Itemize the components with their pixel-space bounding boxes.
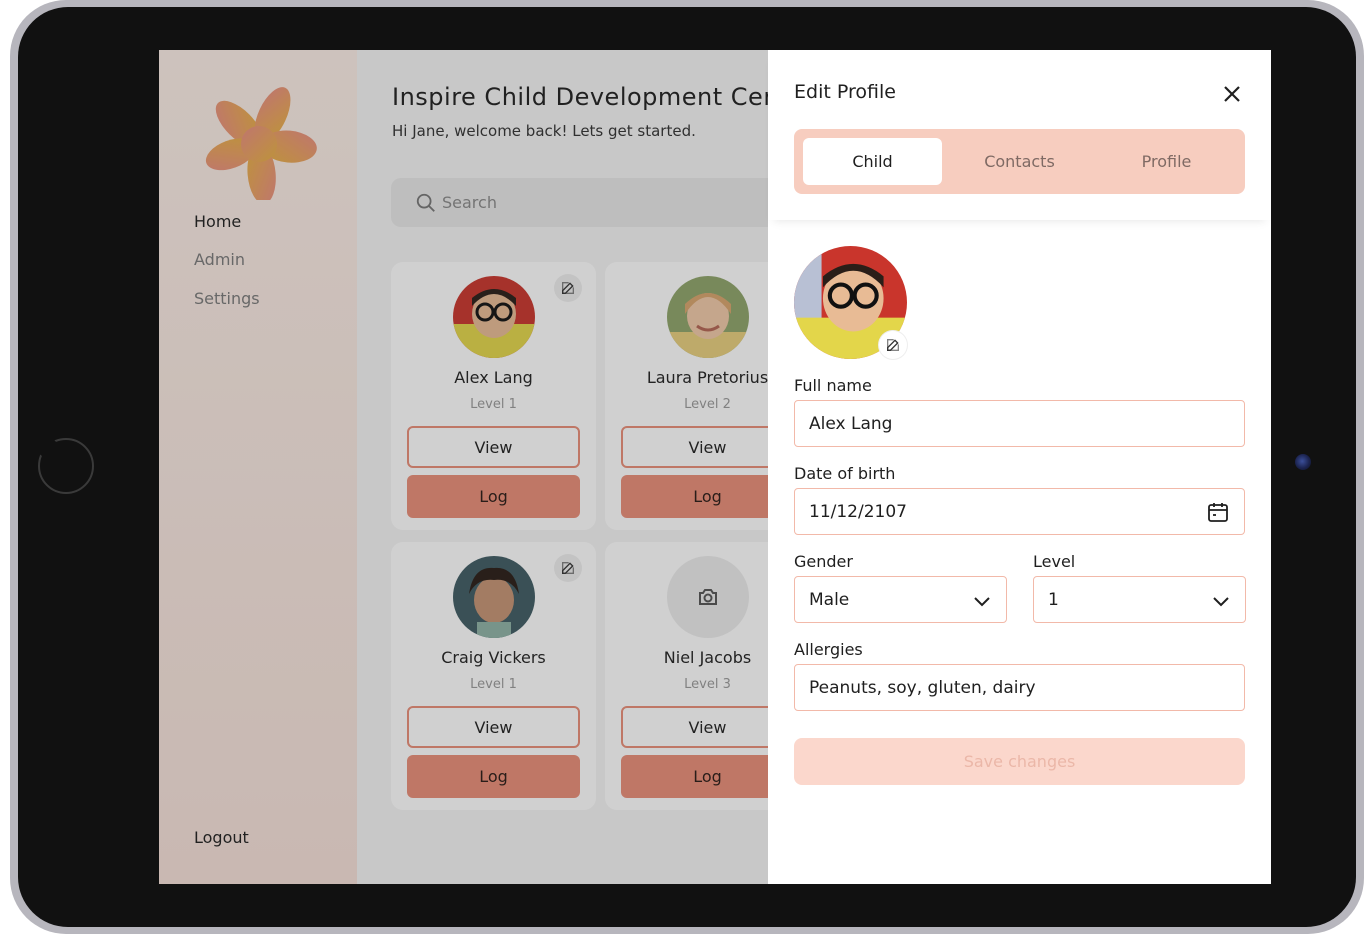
dob-value: 11/12/2107 <box>809 502 907 522</box>
tab-profile[interactable]: Profile <box>1097 138 1236 185</box>
level-label: Level <box>1033 552 1076 571</box>
photo-edit-icon[interactable] <box>879 331 907 359</box>
tab-contacts[interactable]: Contacts <box>950 138 1089 185</box>
profile-tabs: Child Contacts Profile <box>794 129 1245 194</box>
save-button[interactable]: Save changes <box>794 738 1245 785</box>
modal-backdrop[interactable] <box>159 50 768 884</box>
level-select[interactable]: 1 <box>1033 576 1246 623</box>
tab-child[interactable]: Child <box>803 138 942 185</box>
app-screen: Home Admin Settings Logout Inspire Child… <box>159 50 1271 884</box>
calendar-icon[interactable] <box>1206 500 1230 524</box>
chevron-down-icon <box>974 597 990 607</box>
allergies-label: Allergies <box>794 640 863 659</box>
close-icon <box>1224 86 1240 102</box>
panel-title: Edit Profile <box>794 81 896 103</box>
close-button[interactable] <box>1218 80 1246 108</box>
full-name-value: Alex Lang <box>809 414 893 434</box>
allergies-value: Peanuts, soy, gluten, dairy <box>809 678 1036 698</box>
dob-label: Date of birth <box>794 464 896 483</box>
home-button-icon <box>38 438 94 494</box>
panel-header: Edit Profile Child Contacts Profile <box>768 50 1271 220</box>
gender-value: Male <box>809 590 850 610</box>
gender-label: Gender <box>794 552 853 571</box>
full-name-label: Full name <box>794 376 872 395</box>
edit-profile-panel: Edit Profile Child Contacts Profile Full… <box>768 50 1271 884</box>
level-value: 1 <box>1048 590 1059 610</box>
full-name-field[interactable]: Alex Lang <box>794 400 1245 447</box>
chevron-down-icon <box>1213 597 1229 607</box>
dob-field[interactable]: 11/12/2107 <box>794 488 1245 535</box>
allergies-field[interactable]: Peanuts, soy, gluten, dairy <box>794 664 1245 711</box>
front-camera-icon <box>1295 454 1311 470</box>
gender-select[interactable]: Male <box>794 576 1007 623</box>
